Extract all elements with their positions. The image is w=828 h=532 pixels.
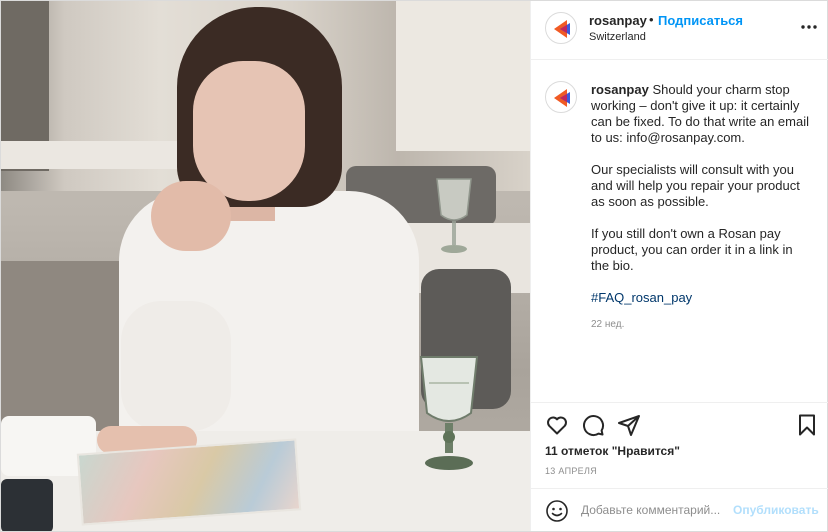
comment-input[interactable] — [581, 500, 731, 520]
more-options-icon[interactable] — [799, 17, 819, 37]
post-photo[interactable] — [1, 1, 530, 531]
caption-text-3: If you still don't own a Rosan pay produ… — [591, 226, 793, 273]
photo-person-arm — [121, 301, 231, 431]
caption-username[interactable]: rosanpay — [591, 82, 649, 97]
photo-wine-glass — [419, 356, 479, 470]
hashtag-link[interactable]: #FAQ_rosan_pay — [591, 290, 692, 305]
smiley-icon[interactable] — [545, 499, 569, 523]
follow-button[interactable]: Подписаться — [658, 13, 743, 28]
post-actions: 11 отметок "Нравится" 13 АПРЕЛЯ — [531, 402, 828, 488]
photo-back-table — [1, 141, 191, 169]
likes-count[interactable]: 11 отметок "Нравится" — [545, 444, 680, 458]
publish-button[interactable]: Опубликовать — [733, 503, 819, 517]
post-side-panel: rosanpay • Подписаться Switzerland rosan… — [530, 1, 828, 531]
comment-bubble-icon[interactable] — [581, 413, 605, 437]
author-username[interactable]: rosanpay — [589, 13, 647, 28]
caption-age: 22 нед. — [591, 319, 625, 330]
photo-card-reader — [1, 479, 53, 531]
post-location[interactable]: Switzerland — [589, 31, 646, 43]
rosanpay-logo-icon — [554, 89, 570, 107]
photo-wine-glass-back — [436, 178, 472, 253]
post-caption: rosanpay Should your charm stop working … — [591, 82, 811, 322]
author-avatar[interactable] — [545, 12, 577, 44]
add-comment-bar: Опубликовать — [531, 488, 828, 531]
rosanpay-logo-icon — [554, 20, 570, 38]
caption-paragraph: rosanpay Should your charm stop working … — [591, 82, 811, 146]
post-date[interactable]: 13 АПРЕЛЯ — [545, 466, 597, 476]
heart-icon[interactable] — [545, 413, 569, 437]
photo-person-hand — [151, 181, 231, 251]
photo-window — [396, 1, 530, 151]
photo-person-face — [193, 61, 305, 201]
separator-dot: • — [649, 12, 654, 27]
bookmark-icon[interactable] — [795, 413, 819, 437]
post-header: rosanpay • Подписаться Switzerland — [531, 1, 828, 60]
caption-text-2: Our specialists will consult with you an… — [591, 162, 800, 209]
caption-author-avatar[interactable] — [545, 81, 577, 113]
paper-plane-icon[interactable] — [617, 413, 641, 437]
instagram-post: rosanpay • Подписаться Switzerland rosan… — [0, 0, 828, 532]
comments-area[interactable]: rosanpay Should your charm stop working … — [531, 61, 828, 401]
photo-menu-booklet — [76, 438, 302, 526]
